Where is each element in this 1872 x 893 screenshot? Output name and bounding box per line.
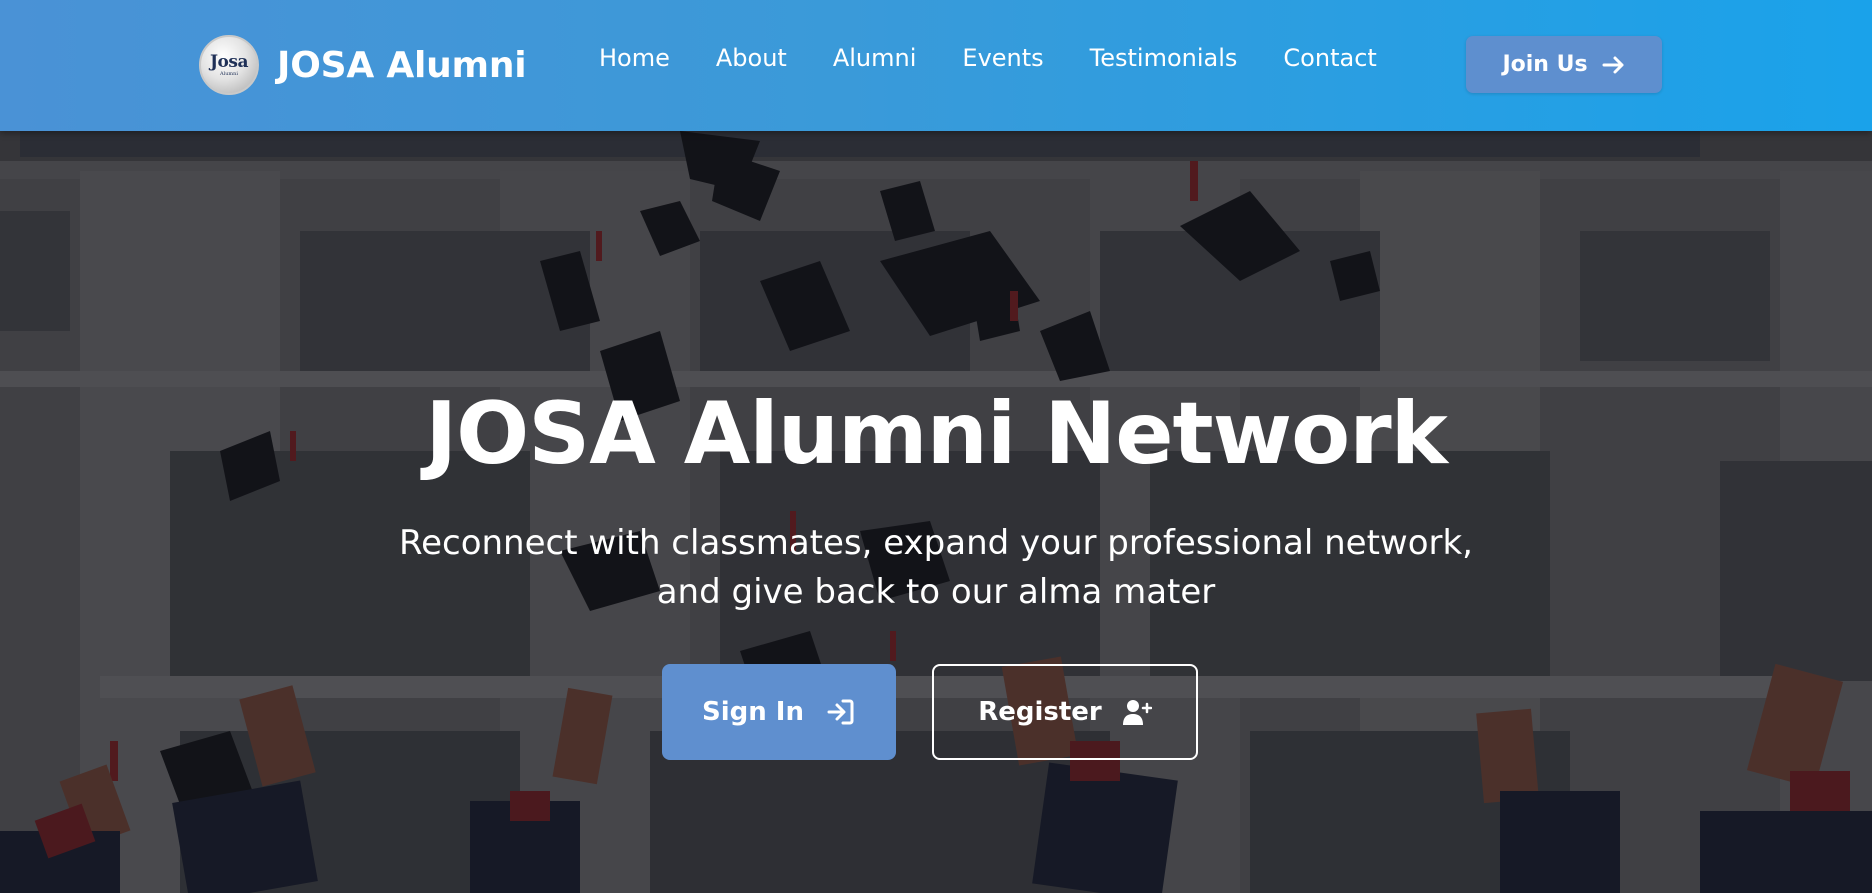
hero-title: JOSA Alumni Network — [425, 384, 1448, 484]
sign-in-button[interactable]: Sign In — [662, 664, 896, 760]
josa-logo-icon: Josa Alumni — [199, 35, 259, 95]
hero-subtitle-line1: Reconnect with classmates, expand your p… — [399, 523, 1473, 563]
nav-link-testimonials[interactable]: Testimonials — [1090, 44, 1238, 72]
logo-text: Josa — [210, 51, 248, 72]
register-label: Register — [978, 697, 1102, 727]
sign-in-icon — [827, 699, 854, 725]
hero-subtitle: Reconnect with classmates, expand your p… — [336, 519, 1536, 617]
nav-link-events[interactable]: Events — [962, 44, 1043, 72]
navbar: Josa Alumni JOSA Alumni Home About Alumn… — [0, 0, 1872, 131]
brand-name: JOSA Alumni — [277, 44, 527, 86]
nav-link-about[interactable]: About — [716, 44, 787, 72]
nav-menu: Home About Alumni Events Testimonials Co… — [599, 44, 1377, 72]
join-us-label: Join Us — [1502, 52, 1588, 77]
hero-subtitle-line2: and give back to our alma mater — [656, 572, 1216, 612]
arrow-right-icon — [1602, 56, 1624, 73]
sign-in-label: Sign In — [702, 697, 804, 727]
hero-content: JOSA Alumni Network Reconnect with class… — [0, 131, 1872, 893]
join-us-button[interactable]: Join Us — [1466, 36, 1662, 93]
nav-link-contact[interactable]: Contact — [1283, 44, 1376, 72]
nav-link-home[interactable]: Home — [599, 44, 670, 72]
register-button[interactable]: Register — [932, 664, 1198, 760]
nav-link-alumni[interactable]: Alumni — [833, 44, 917, 72]
logo-subtext: Alumni — [220, 70, 238, 77]
hero-section: JOSA Alumni Network Reconnect with class… — [0, 131, 1872, 893]
brand-link[interactable]: Josa Alumni JOSA Alumni — [199, 33, 527, 97]
user-plus-icon — [1122, 700, 1152, 725]
